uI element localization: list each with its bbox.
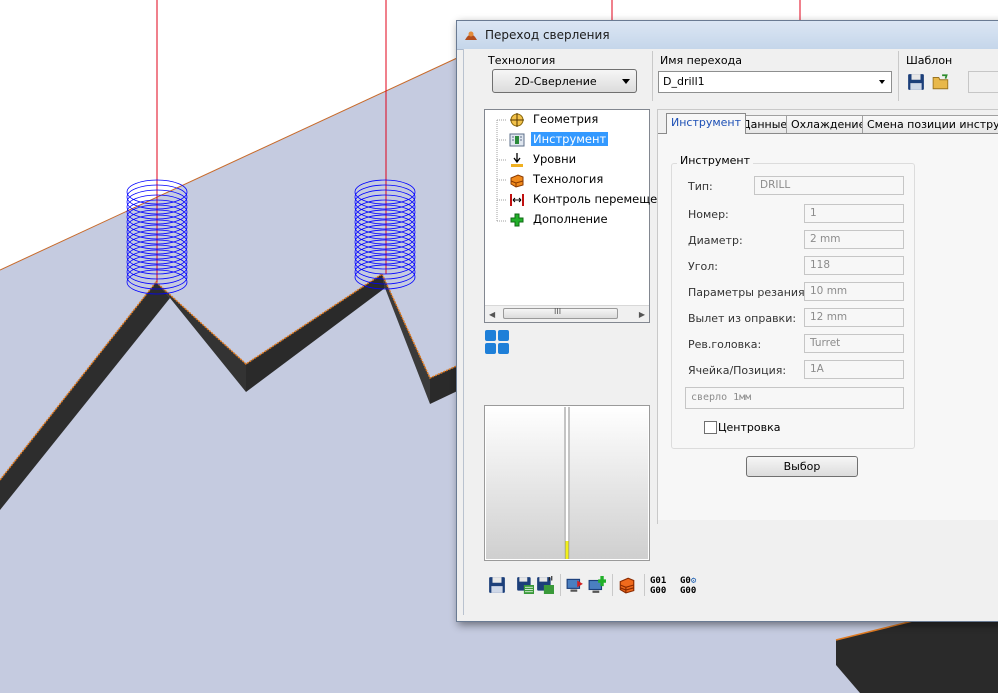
save-calc-icon[interactable] [516,576,534,594]
field-label: Рев.головка: [688,338,762,351]
tool-comment-field: сверло 1мм [685,387,904,409]
number-field: 1 [804,204,904,223]
addition-icon [510,213,524,227]
scroll-left-icon[interactable]: ◀ [489,310,495,319]
divider [652,51,653,101]
scroll-thumb[interactable]: III [503,307,618,319]
centering-label: Центровка [718,421,781,434]
divider [560,574,561,596]
gcode-rapid-icon[interactable]: G01 G00 [650,576,666,596]
divider [644,574,645,596]
divider [898,51,899,101]
motion-control-icon [510,194,524,206]
scroll-thumb-grip: III [554,307,562,316]
tool-preview [484,405,650,561]
step-name-input[interactable]: D_drill1 [658,71,892,93]
tab-tool-change[interactable]: Смена позиции инструмента [862,115,998,133]
cell-position-field: 1A [804,360,904,379]
field-label: Ячейка/Позиция: [688,364,787,377]
gcode-text: G0 [680,576,691,586]
tool-group-title: Инструмент [677,154,754,167]
template-select[interactable] [968,71,998,93]
chevron-down-icon [879,80,885,84]
turret-field: Turret [804,334,904,353]
select-tool-button[interactable]: Выбор [746,456,858,477]
field-label: Параметры резания: [688,286,809,299]
tab-strip: Инструмент Данные Охлаждение Смена позиц… [658,110,998,134]
tree-item-label: Уровни [533,152,577,166]
technology-label: Технология [488,54,556,67]
window-title: Переход сверления [485,28,610,42]
gear-icon: ⚙ [690,576,697,586]
tab-cooling[interactable]: Охлаждение [786,115,871,133]
template-label: Шаблон [906,54,953,67]
gcode-line: G00 [650,586,667,596]
tab-tool[interactable]: Инструмент [666,113,747,134]
drilling-step-dialog: Переход сверления Технология 2D-Сверлени… [456,20,998,622]
tree-horizontal-scrollbar[interactable]: ◀ III ▶ [485,305,649,322]
overhang-field: 12 mm [804,308,904,327]
tool-preview-drawing [486,407,648,559]
levels-icon [511,153,523,167]
tree-item-label: Дополнение [533,212,608,226]
gcode-settings-icon[interactable]: G0⚙ G00 [680,576,696,596]
cutting-params-field: 10 mm [804,282,904,301]
technology-icon [510,174,524,188]
technology-value: 2D-Сверление [514,75,597,88]
type-field: DRILL [754,176,904,195]
step-name-value: D_drill1 [663,75,705,88]
field-label: Угол: [688,260,718,273]
gcode-line: G01 [650,576,667,586]
simulate-add-icon[interactable] [588,576,606,594]
step-tree[interactable]: Геометрия Инструмент Уровни Технология К… [484,109,665,323]
app-icon [465,31,477,40]
angle-field: 118 [804,256,904,275]
scroll-right-icon[interactable]: ▶ [639,310,645,319]
step-name-label: Имя перехода [660,54,742,67]
save-template-icon[interactable] [907,73,925,91]
tree-item-label: Инструмент [531,132,609,146]
title-bar[interactable]: Переход сверления [457,21,998,50]
tree-item-label: Контроль перемещен [533,192,665,206]
field-label: Вылет из оправки: [688,312,797,325]
field-label: Номер: [688,208,729,221]
geometry-icon [510,113,524,127]
field-label: Диаметр: [688,234,743,247]
gcode-line: G0⚙ [680,576,696,586]
bottom-toolbar: G01 G00 G0⚙ G00 [484,571,784,599]
tab-panel: Инструмент Данные Охлаждение Смена позиц… [657,109,998,524]
technology-select[interactable]: 2D-Сверление [492,69,637,93]
field-label: Тип: [688,180,713,193]
dialog-client: Технология 2D-Сверление Имя перехода D_d… [463,49,998,615]
diameter-field: 2 mm [804,230,904,249]
centering-checkbox[interactable] [704,421,717,434]
save-icon[interactable] [488,576,506,594]
tree-item-label: Технология [533,172,604,186]
chevron-down-icon [622,79,630,84]
stock-icon[interactable] [618,576,636,594]
simulate-icon[interactable] [566,576,584,594]
gcode-line: G00 [680,586,697,596]
save-all-icon[interactable] [536,576,554,594]
tree-item-label: Геометрия [533,112,599,126]
tool-icon [509,133,525,147]
open-template-icon[interactable] [932,73,950,91]
divider [612,574,613,596]
tab-content: Инструмент Тип: DRILL Номер: 1 Диаметр: … [658,133,998,520]
view-tiles-icon[interactable] [484,329,510,355]
